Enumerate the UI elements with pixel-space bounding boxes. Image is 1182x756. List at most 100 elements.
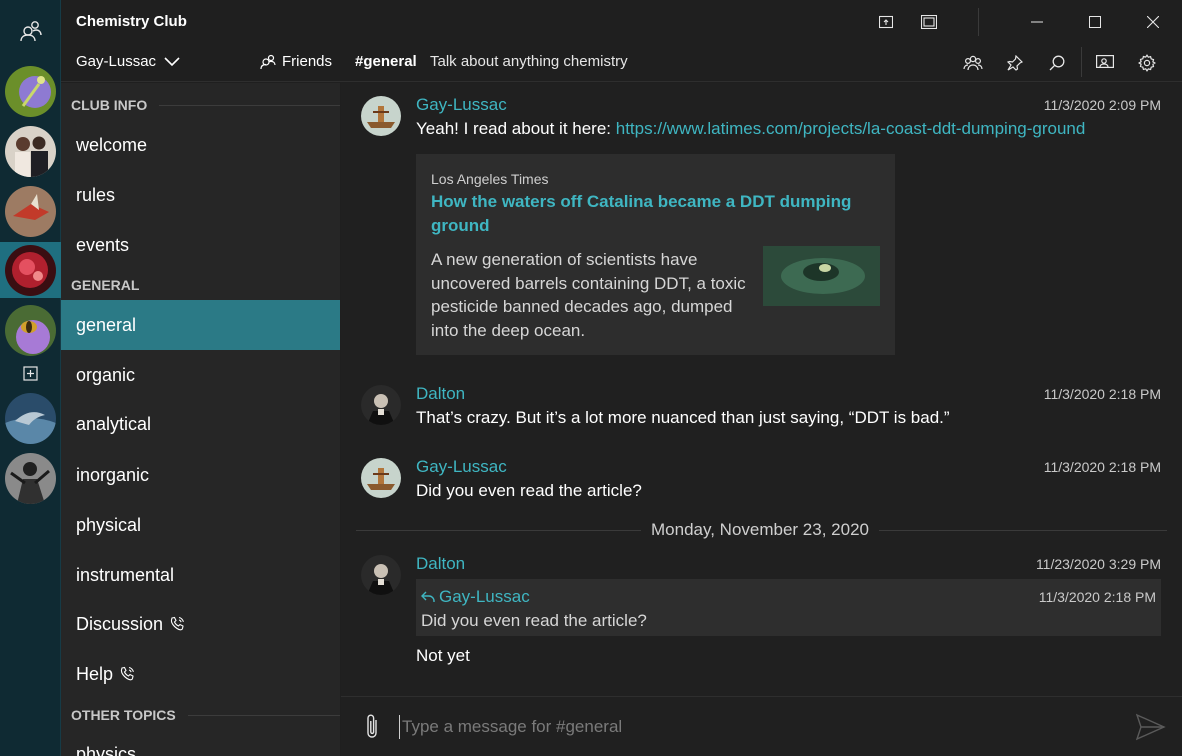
message-author[interactable]: Dalton bbox=[416, 554, 465, 574]
avatar[interactable] bbox=[361, 458, 401, 498]
search-button[interactable] bbox=[1043, 49, 1071, 77]
settings-button[interactable] bbox=[1133, 49, 1161, 77]
attach-icon[interactable] bbox=[361, 713, 383, 741]
pinned-messages-button[interactable] bbox=[1001, 49, 1029, 77]
minimize-icon bbox=[1031, 21, 1043, 22]
share-screen-button[interactable] bbox=[1091, 49, 1119, 77]
send-icon[interactable] bbox=[1136, 713, 1166, 741]
avatar[interactable] bbox=[361, 555, 401, 595]
members-button[interactable] bbox=[959, 49, 987, 77]
friends-button[interactable]: Friends bbox=[260, 53, 332, 70]
picture-in-picture-icon bbox=[879, 15, 893, 29]
search-icon bbox=[1049, 55, 1065, 71]
channel-label: general bbox=[76, 314, 137, 335]
channel-label: organic bbox=[76, 364, 136, 385]
avatar[interactable] bbox=[361, 385, 401, 425]
message-link[interactable]: https://www.latimes.com/projects/la-coas… bbox=[616, 119, 1086, 138]
user-name: Gay-Lussac bbox=[76, 53, 157, 70]
channel-label: analytical bbox=[76, 413, 152, 434]
date-divider-label: Monday, November 23, 2020 bbox=[641, 520, 879, 540]
pin-icon bbox=[1007, 55, 1023, 71]
person-icon bbox=[260, 54, 276, 69]
server-avatar-bee[interactable] bbox=[5, 305, 56, 356]
section-header-general[interactable]: GENERAL bbox=[71, 277, 340, 293]
channel-item-instrumental[interactable]: instrumental bbox=[61, 550, 340, 600]
channel-item-organic[interactable]: organic bbox=[61, 350, 340, 400]
section-header-club-info[interactable]: CLUB INFO bbox=[71, 97, 340, 113]
channel-label: events bbox=[76, 234, 130, 255]
channel-label: rules bbox=[76, 184, 116, 205]
reply-timestamp: 11/3/2020 2:18 PM bbox=[1038, 589, 1156, 605]
titlebar-separator bbox=[978, 8, 979, 36]
link-preview-card[interactable]: Los Angeles Times How the waters off Cat… bbox=[416, 154, 895, 355]
header-separator bbox=[1081, 47, 1082, 77]
message-author[interactable]: Dalton bbox=[416, 384, 465, 404]
message-text: Did you even read the article? bbox=[416, 481, 642, 500]
compact-overlay-button[interactable] bbox=[872, 8, 900, 36]
title-bar: Chemistry Club bbox=[61, 0, 1182, 43]
close-button[interactable] bbox=[1124, 0, 1182, 43]
channel-label: instrumental bbox=[76, 564, 175, 585]
people-icon bbox=[19, 21, 42, 42]
section-divider bbox=[159, 104, 340, 106]
reply-text: Did you even read the article? bbox=[421, 611, 647, 630]
server-avatar-molecule-selected[interactable] bbox=[0, 242, 61, 298]
preview-source: Los Angeles Times bbox=[431, 171, 549, 187]
server-avatar-crystal[interactable] bbox=[5, 186, 56, 237]
channel-item-help[interactable]: Help bbox=[61, 649, 340, 699]
message-author[interactable]: Gay-Lussac bbox=[416, 95, 507, 115]
channel-item-physics[interactable]: physics bbox=[61, 729, 340, 756]
close-icon bbox=[1147, 15, 1159, 28]
message-text: Not yet bbox=[416, 646, 470, 665]
reply-author-name: Gay-Lussac bbox=[439, 587, 530, 606]
share-screen-icon bbox=[1096, 55, 1114, 69]
app-title: Chemistry Club bbox=[76, 13, 187, 30]
channel-item-welcome[interactable]: welcome bbox=[61, 120, 340, 170]
message-author[interactable]: Gay-Lussac bbox=[416, 457, 507, 477]
maximize-button[interactable] bbox=[1066, 0, 1124, 43]
section-label: GENERAL bbox=[71, 277, 140, 293]
message-timestamp: 11/3/2020 2:18 PM bbox=[1043, 459, 1161, 475]
section-header-other-topics[interactable]: OTHER TOPICS bbox=[71, 707, 340, 723]
channel-sidebar: CLUB INFO welcome rules events GENERAL g… bbox=[61, 83, 340, 756]
friends-label: Friends bbox=[282, 53, 333, 70]
preview-title[interactable]: How the waters off Catalina became a DDT… bbox=[431, 190, 871, 238]
gear-icon bbox=[1138, 54, 1156, 72]
add-server-icon[interactable] bbox=[23, 366, 38, 381]
reply-icon bbox=[421, 591, 435, 602]
channel-item-rules[interactable]: rules bbox=[61, 170, 340, 220]
minimize-button[interactable] bbox=[1008, 0, 1066, 43]
channel-item-general[interactable]: general bbox=[61, 300, 340, 350]
channel-label: Help bbox=[76, 663, 114, 684]
voice-call-icon bbox=[170, 616, 184, 631]
avatar[interactable] bbox=[361, 96, 401, 136]
channel-topic: Talk about anything chemistry bbox=[430, 53, 628, 70]
server-avatar-flower[interactable] bbox=[5, 66, 56, 117]
friends-home-button[interactable] bbox=[0, 0, 61, 62]
channel-label: welcome bbox=[76, 134, 148, 155]
channel-label: Discussion bbox=[76, 613, 164, 634]
section-divider bbox=[187, 714, 340, 716]
chevron-down-icon bbox=[164, 56, 180, 66]
maximize-icon bbox=[1089, 15, 1101, 28]
channel-label: inorganic bbox=[76, 464, 150, 485]
channel-item-inorganic[interactable]: inorganic bbox=[61, 450, 340, 500]
channel-item-analytical[interactable]: analytical bbox=[61, 399, 340, 449]
message-input[interactable] bbox=[399, 715, 1119, 739]
voice-call-icon bbox=[120, 666, 134, 681]
server-avatar-dolphin[interactable] bbox=[5, 393, 56, 444]
current-channel-name: #general bbox=[355, 53, 417, 70]
message-text: That’s crazy. But it’s a lot more nuance… bbox=[416, 408, 950, 427]
server-avatar-couple[interactable] bbox=[5, 126, 56, 177]
message-text: Yeah! I read about it here: https://www.… bbox=[416, 119, 1085, 139]
user-menu-button[interactable]: Gay-Lussac bbox=[76, 53, 180, 70]
channel-item-physical[interactable]: physical bbox=[61, 500, 340, 550]
quoted-reply[interactable]: Gay-Lussac 11/3/2020 2:18 PM Did you eve… bbox=[416, 579, 1161, 636]
reply-author: Gay-Lussac bbox=[421, 587, 530, 607]
channel-item-discussion[interactable]: Discussion bbox=[61, 599, 340, 649]
channel-item-events[interactable]: events bbox=[61, 220, 340, 270]
message-timestamp: 11/23/2020 3:29 PM bbox=[1035, 556, 1161, 572]
channel-label: physics bbox=[76, 743, 137, 756]
server-avatar-bw-figure[interactable] bbox=[5, 453, 56, 504]
fullscreen-button[interactable] bbox=[915, 8, 943, 36]
